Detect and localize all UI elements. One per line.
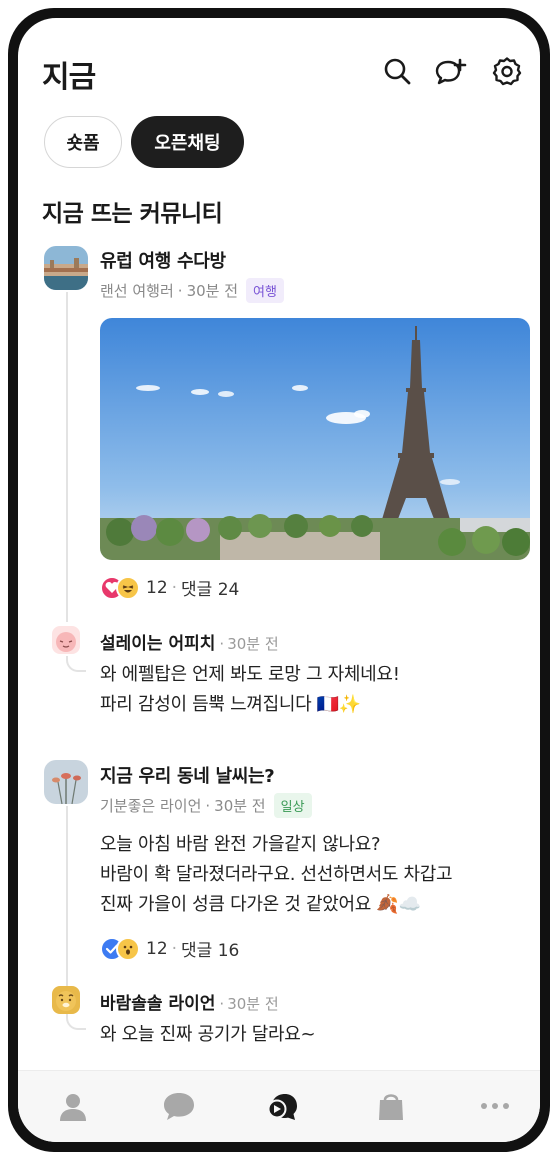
- separator-dot: ·: [205, 796, 211, 815]
- tab-shortform[interactable]: 숏폼: [44, 116, 122, 168]
- reaction-count: 12: [146, 577, 168, 598]
- separator-dot: ·: [171, 577, 178, 598]
- chats-icon[interactable]: [162, 1089, 196, 1123]
- post-body[interactable]: 오늘 아침 바람 완전 가을같지 않나요? 바람이 확 달라졌더라구요. 선선하…: [100, 830, 453, 920]
- reply-author-name[interactable]: 바람솔솔 라이언: [100, 989, 215, 1014]
- reply-text: 와 에펠탑은 언제 봐도 로망 그 자체네요! 파리 감성이 듬뿍 느껴집니다 …: [100, 660, 400, 720]
- separator-dot: ·: [219, 635, 225, 653]
- post-author[interactable]: 랜선 여행러: [100, 280, 174, 301]
- reply-time: 30분 전: [227, 635, 279, 653]
- reply-line: 와 에펠탑은 언제 봐도 로망 그 자체네요!: [100, 664, 400, 685]
- reply-text: 와 오늘 진짜 공기가 달라요~: [100, 1020, 316, 1050]
- tab-openchat[interactable]: 오픈채팅: [131, 116, 244, 168]
- chat-add-icon[interactable]: [434, 56, 468, 86]
- more-icon[interactable]: [478, 1089, 512, 1123]
- post-line: 바람이 확 달라졌더라구요. 선선하면서도 차갑고: [100, 864, 453, 885]
- post-tag[interactable]: 일상: [273, 793, 312, 818]
- surprised-emoji-icon: [116, 936, 140, 961]
- comment-count[interactable]: 댓글 16: [181, 936, 239, 961]
- post-meta: 랜선 여행러 · 30분 전 여행: [100, 278, 284, 303]
- comment-count[interactable]: 댓글 24: [181, 575, 239, 600]
- reaction-count: 12: [146, 938, 168, 959]
- phone-frame: 지금 숏폼 오픈채팅 지금 뜨는 커뮤니티 유럽 여행 수다방 랜선 여행러 ·…: [8, 8, 550, 1152]
- post-tag[interactable]: 여행: [246, 278, 284, 303]
- reply-author-name[interactable]: 설레이는 어피치: [100, 629, 215, 654]
- friends-icon[interactable]: [56, 1089, 90, 1123]
- reply-author: 바람솔솔 라이언 · 30분 전: [100, 989, 279, 1014]
- post-image[interactable]: [100, 318, 530, 560]
- community-avatar[interactable]: [44, 760, 88, 804]
- thread-line: [66, 806, 68, 986]
- post-time: 30분 전: [214, 797, 266, 815]
- separator-dot: ·: [219, 995, 225, 1013]
- post-title[interactable]: 지금 우리 동네 날씨는?: [100, 762, 275, 788]
- gear-icon[interactable]: [492, 56, 522, 86]
- reply-connector: [66, 1014, 86, 1030]
- page-title: 지금: [42, 60, 96, 95]
- shopping-icon[interactable]: [374, 1089, 408, 1123]
- reply-avatar[interactable]: [52, 626, 80, 654]
- post-meta: 기분좋은 라이언 · 30분 전 일상: [100, 793, 312, 818]
- post-author[interactable]: 기분좋은 라이언: [100, 795, 201, 816]
- reply-connector: [66, 656, 86, 672]
- reply-line: 와 오늘 진짜 공기가 달라요~: [100, 1024, 316, 1045]
- reply-time: 30분 전: [227, 995, 279, 1013]
- post-time: 30분 전: [186, 282, 239, 300]
- reply-author: 설레이는 어피치 · 30분 전: [100, 629, 279, 654]
- post-title[interactable]: 유럽 여행 수다방: [100, 247, 226, 273]
- community-avatar[interactable]: [44, 246, 88, 290]
- header: 지금: [18, 18, 540, 110]
- thread-line: [66, 292, 68, 622]
- search-icon[interactable]: [382, 56, 412, 86]
- post-line: 진짜 가을이 성큼 다가온 것 같았어요 🍂☁️: [100, 894, 421, 915]
- screen: 지금 숏폼 오픈채팅 지금 뜨는 커뮤니티 유럽 여행 수다방 랜선 여행러 ·…: [18, 18, 540, 1142]
- separator-dot: ·: [171, 938, 178, 959]
- now-icon[interactable]: [266, 1089, 300, 1123]
- reply-avatar[interactable]: [52, 986, 80, 1014]
- section-title: 지금 뜨는 커뮤니티: [42, 201, 223, 227]
- reaction-bar[interactable]: 12 · 댓글 24: [100, 575, 239, 600]
- bottom-nav: [18, 1070, 540, 1142]
- separator-dot: ·: [177, 281, 183, 300]
- reaction-bar[interactable]: 12 · 댓글 16: [100, 936, 239, 961]
- post-line: 오늘 아침 바람 완전 가을같지 않나요?: [100, 834, 381, 855]
- laughing-emoji-icon: [116, 575, 140, 600]
- reply-line: 파리 감성이 듬뿍 느껴집니다 🇫🇷✨: [100, 694, 362, 715]
